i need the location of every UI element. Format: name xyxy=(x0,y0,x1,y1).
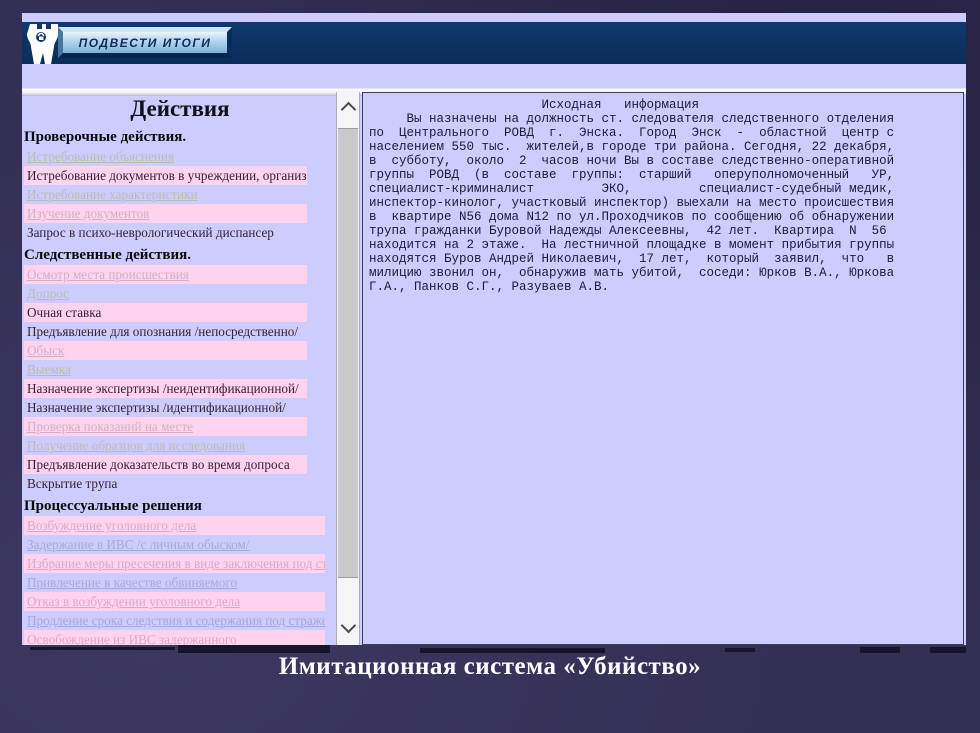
action-item-label: Получение образцов для исследования xyxy=(27,438,245,453)
actions-scrollbar[interactable] xyxy=(336,92,360,645)
actions-panel: Действия Проверочные действия. Истребован… xyxy=(24,95,336,645)
action-item-label: Назначение экспертизы /идентификационной… xyxy=(27,400,286,415)
action-item[interactable]: Отказ в возбуждении уголовного дела xyxy=(24,592,325,611)
action-item[interactable]: Выемка xyxy=(24,360,307,379)
app-window: ПОДВЕСТИ ИТОГИ Действия Проверочные дейс… xyxy=(22,13,966,645)
action-item[interactable]: Запрос в психо-неврологический диспансер xyxy=(24,223,307,242)
section-heading: Следственные действия. xyxy=(24,247,336,264)
action-item[interactable]: Возбуждение уголовного дела xyxy=(24,516,325,535)
action-item-label: Изучение документов xyxy=(27,206,149,221)
action-item-label: Предъявление доказательств во время допр… xyxy=(27,457,290,472)
action-item-label: Избрание меры пресечения в виде заключен… xyxy=(27,556,325,571)
action-item[interactable]: Освобождение из ИВС задержанного xyxy=(24,630,325,645)
action-item[interactable]: Осмотр места происшествия xyxy=(24,265,307,284)
scroll-up-icon[interactable] xyxy=(341,102,357,118)
action-item-label: Осмотр места происшествия xyxy=(27,267,189,282)
action-item[interactable]: Избрание меры пресечения в виде заключен… xyxy=(24,554,325,573)
system-caption: Имитационная система «Убийство» xyxy=(0,653,980,681)
action-item[interactable]: Предъявление для опознания /непосредстве… xyxy=(24,322,307,341)
action-item-label: Предъявление для опознания /непосредстве… xyxy=(27,324,298,339)
initial-information-panel: Исходная информация Вы назначены на долж… xyxy=(362,92,964,645)
action-list: Проверочные действия. Истребование объясн… xyxy=(24,129,336,645)
action-item-label: Обыск xyxy=(27,343,64,358)
action-item[interactable]: Вскрытие трупа xyxy=(24,474,307,493)
window-cutoff-artifact xyxy=(30,647,175,650)
action-item[interactable]: Истребование объяснения xyxy=(24,147,307,166)
action-item[interactable]: Назначение экспертизы /идентификационной… xyxy=(24,398,307,417)
action-item[interactable]: Получение образцов для исследования xyxy=(24,436,307,455)
action-item[interactable]: Очная ставка xyxy=(24,303,307,322)
action-item[interactable]: Привлечение в качестве обвиняемого xyxy=(24,573,325,592)
section-heading: Проверочные действия. xyxy=(24,129,336,146)
action-item[interactable]: Обыск xyxy=(24,341,307,360)
action-item-label: Возбуждение уголовного дела xyxy=(27,518,196,533)
section-heading: Процессуальные решения xyxy=(24,498,336,515)
action-item-label: Назначение экспертизы /неидентификационн… xyxy=(27,381,299,396)
action-item-label: Задержание в ИВС /с личным обыском/ xyxy=(27,537,250,552)
action-item[interactable]: Проверка показаний на месте xyxy=(24,417,307,436)
action-item-label: Проверка показаний на месте xyxy=(27,419,193,434)
window-cutoff-artifact xyxy=(178,645,330,653)
tooth-icon xyxy=(26,22,62,66)
action-item[interactable]: Допрос xyxy=(24,284,307,303)
action-item-label: Истребование документов в учреждении, ор… xyxy=(27,168,307,183)
action-item[interactable]: Предъявление доказательств во время допр… xyxy=(24,455,307,474)
action-item[interactable]: Истребование характеристики xyxy=(24,185,307,204)
action-item-label: Запрос в психо-неврологический диспансер xyxy=(27,225,274,240)
action-item[interactable]: Изучение документов xyxy=(24,204,307,223)
action-item[interactable]: Продление срока следствия и содержания п… xyxy=(24,611,325,630)
action-item-label: Истребование объяснения xyxy=(27,149,174,164)
action-item-label: Привлечение в качестве обвиняемого xyxy=(27,575,237,590)
action-item-label: Освобождение из ИВС задержанного xyxy=(27,632,237,645)
scrollbar-thumb[interactable] xyxy=(338,128,358,578)
action-item-label: Истребование характеристики xyxy=(27,187,198,202)
actions-panel-title: Действия xyxy=(24,96,336,122)
action-item-label: Вскрытие трупа xyxy=(27,476,117,491)
action-item-label: Очная ставка xyxy=(27,305,101,320)
action-item-label: Выемка xyxy=(27,362,71,377)
summarize-button[interactable]: ПОДВЕСТИ ИТОГИ xyxy=(58,27,232,58)
action-item-label: Отказ в возбуждении уголовного дела xyxy=(27,594,240,609)
action-item[interactable]: Назначение экспертизы /неидентификационн… xyxy=(24,379,307,398)
action-item-label: Продление срока следствия и содержания п… xyxy=(27,613,325,628)
action-item[interactable]: Истребование документов в учреждении, ор… xyxy=(24,166,307,185)
scroll-down-icon[interactable] xyxy=(341,618,357,634)
window-cutoff-artifact xyxy=(725,648,755,652)
action-item-label: Допрос xyxy=(27,286,69,301)
action-item[interactable]: Задержание в ИВС /с личным обыском/ xyxy=(24,535,325,554)
initial-information-text: Исходная информация Вы назначены на долж… xyxy=(369,98,957,294)
toolbar: ПОДВЕСТИ ИТОГИ xyxy=(22,22,966,64)
